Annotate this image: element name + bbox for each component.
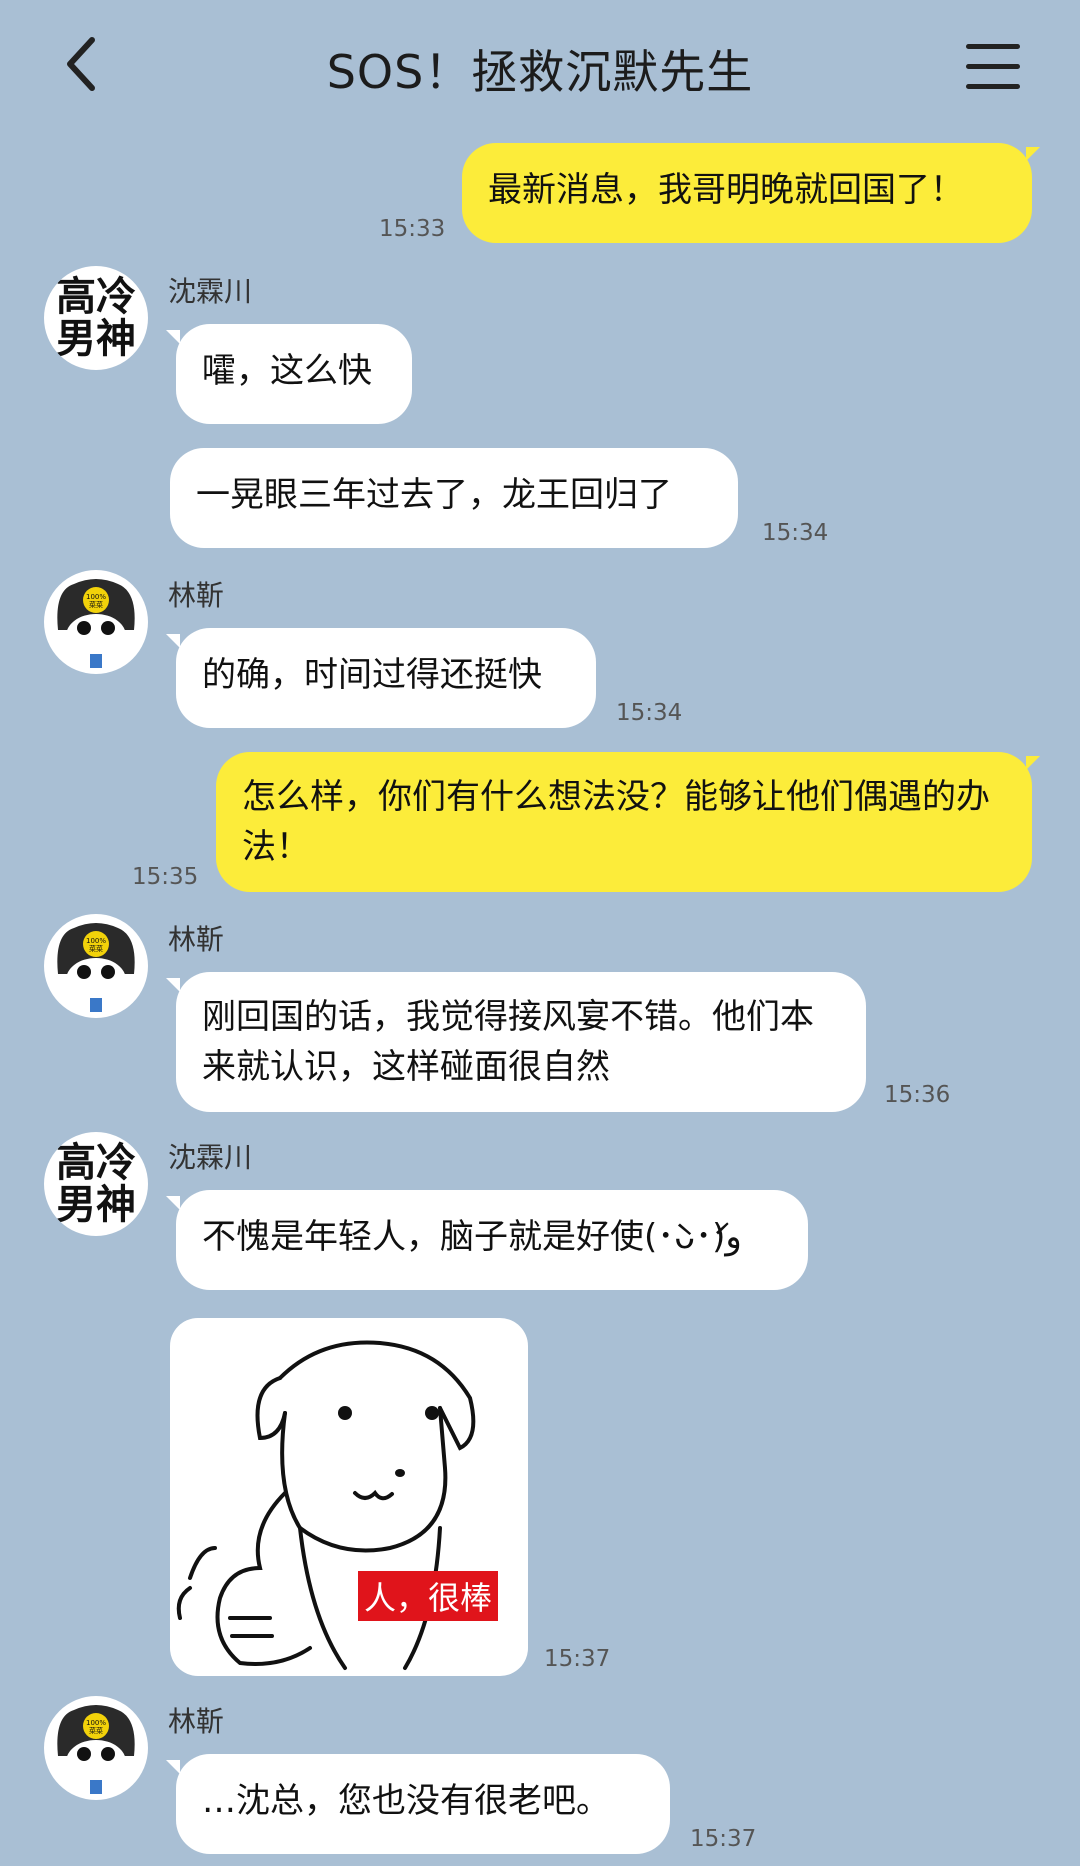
svg-text:100%: 100% (86, 937, 106, 945)
message-text: …沈总，您也没有很老吧。 (202, 1781, 610, 1821)
message-text: 一晃眼三年过去了，龙王回归了 (196, 475, 672, 515)
message-text: 嚯，这么快 (202, 351, 372, 391)
avatar-text: 高冷男神 (56, 1140, 136, 1228)
sticker-image[interactable]: 人，很棒 (170, 1318, 528, 1676)
message-text: 的确，时间过得还挺快 (202, 655, 542, 695)
sticker-caption: 人，很棒 (358, 1571, 499, 1621)
message-text: 刚回国的话，我觉得接风宴不错。他们本来就认识，这样碰面很自然 (202, 997, 814, 1087)
avatar-lin[interactable]: 100% 菜菜 (44, 1696, 148, 1800)
message-text: 怎么样，你们有什么想法没？能够让他们偶遇的办法！ (242, 777, 990, 867)
svg-text:100%: 100% (86, 1719, 106, 1727)
message-bubble[interactable]: 的确，时间过得还挺快 (166, 628, 596, 728)
message-bubble[interactable]: 刚回国的话，我觉得接风宴不错。他们本来就认识，这样碰面很自然 (166, 972, 866, 1112)
avatar-text: 高冷男神 (56, 274, 136, 362)
message-time: 15:33 (379, 216, 446, 242)
message-bubble[interactable]: 一晃眼三年过去了，龙王回归了 (170, 448, 738, 548)
message-bubble[interactable]: 不愧是年轻人，脑子就是好使(･̀ᴗ･́)و (166, 1190, 808, 1290)
message-text: 不愧是年轻人，脑子就是好使(･̀ᴗ･́)و (202, 1217, 742, 1257)
svg-text:菜菜: 菜菜 (89, 944, 103, 953)
message-bubble[interactable]: 最新消息，我哥明晚就回国了！ (462, 143, 1040, 243)
sender-name: 林靳 (168, 1705, 225, 1738)
avatar-lin[interactable]: 100% 菜菜 (44, 914, 148, 1018)
message-time: 15:37 (690, 1826, 757, 1852)
dog-avatar-icon: 100% 菜菜 (57, 1705, 135, 1794)
sender-name: 沈霖川 (168, 1141, 253, 1174)
dog-avatar-icon: 100% 菜菜 (57, 923, 135, 1012)
thumbs-up-dog-icon (176, 1340, 476, 1670)
svg-text:菜菜: 菜菜 (89, 600, 103, 609)
svg-text:菜菜: 菜菜 (89, 1726, 103, 1735)
sender-name: 林靳 (168, 923, 225, 956)
menu-icon[interactable] (966, 44, 1020, 90)
message-text: 最新消息，我哥明晚就回国了！ (488, 170, 964, 210)
message-time: 15:34 (762, 520, 829, 546)
message-bubble[interactable]: 怎么样，你们有什么想法没？能够让他们偶遇的办法！ (216, 752, 1040, 892)
message-bubble[interactable]: 嚯，这么快 (166, 324, 412, 424)
message-time: 15:35 (132, 864, 199, 890)
sender-name: 林靳 (168, 579, 225, 612)
svg-text:100%: 100% (86, 593, 106, 601)
message-time: 15:37 (544, 1646, 611, 1672)
sender-name: 沈霖川 (168, 275, 253, 308)
avatar-lin[interactable]: 100% 菜菜 (44, 570, 148, 674)
message-time: 15:36 (884, 1082, 951, 1108)
message-bubble[interactable]: …沈总，您也没有很老吧。 (166, 1754, 670, 1854)
dog-avatar-icon: 100% 菜菜 (57, 579, 135, 668)
chat-title: SOS！拯救沉默先生 (326, 45, 754, 99)
avatar-shen[interactable]: 高冷男神 (44, 266, 148, 370)
message-time: 15:34 (616, 700, 683, 726)
avatar-shen[interactable]: 高冷男神 (44, 1132, 148, 1236)
